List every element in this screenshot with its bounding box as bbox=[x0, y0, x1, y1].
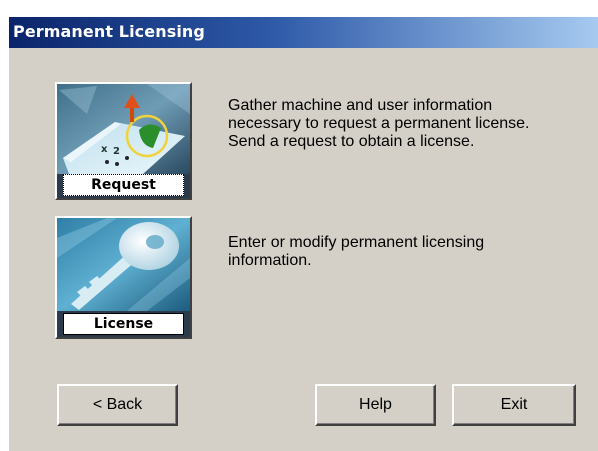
request-label: Request bbox=[63, 174, 184, 196]
request-document-icon: x 2 bbox=[57, 84, 190, 174]
svg-text:2: 2 bbox=[113, 146, 120, 157]
title-bar: Permanent Licensing bbox=[9, 17, 598, 48]
license-label: License bbox=[63, 313, 184, 335]
license-button[interactable]: License bbox=[55, 216, 192, 339]
help-button[interactable]: Help bbox=[315, 384, 436, 426]
license-description: Enter or modify permanent licensing info… bbox=[228, 234, 485, 269]
window-title: Permanent Licensing bbox=[13, 22, 205, 41]
back-button[interactable]: < Back bbox=[57, 384, 178, 426]
request-description: Gather machine and user information nece… bbox=[228, 97, 530, 150]
permanent-licensing-dialog: Permanent Licensing x 2 Request Gather m… bbox=[9, 17, 598, 451]
svg-text:x: x bbox=[101, 144, 108, 155]
key-icon bbox=[57, 218, 190, 311]
exit-button[interactable]: Exit bbox=[452, 384, 576, 426]
request-button[interactable]: x 2 Request bbox=[55, 82, 192, 200]
